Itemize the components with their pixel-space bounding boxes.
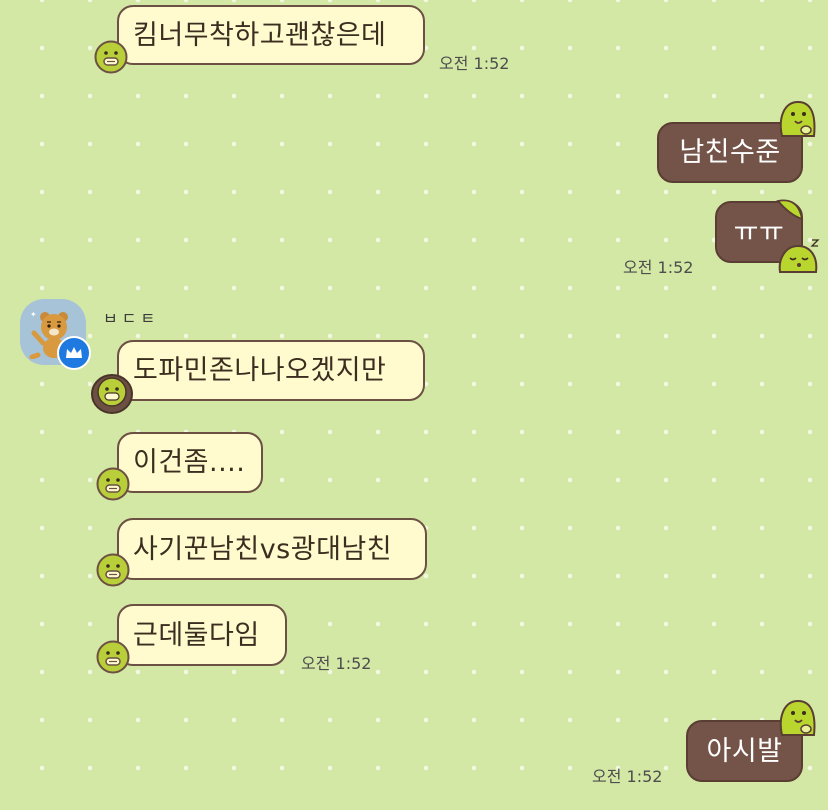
yellow-chick-icon	[96, 553, 130, 587]
sender-name: ㅂㄷㅌ	[103, 309, 160, 328]
incoming-message-bubble[interactable]: 킴너무착하고괜찮은데	[117, 5, 425, 65]
message-text: 남친수준	[679, 137, 781, 168]
message-text: 아시발	[706, 735, 783, 767]
message-text: 근데둘다임	[133, 619, 260, 651]
message-text: 도파민존나나오겠지만	[133, 355, 387, 386]
message-time: 오전 1:52	[623, 258, 694, 277]
incoming-message-bubble[interactable]: 근데둘다임	[117, 604, 287, 666]
green-slime-icon	[779, 699, 816, 736]
message-text: 이건좀....	[133, 447, 246, 478]
chat-area[interactable]: 킴너무착하고괜찮은데 오전 1:52 남친수준 ㅠㅠ 오전 1:52 ✦ ㅂㄷㅌ…	[0, 0, 828, 810]
svg-text:✦: ✦	[30, 310, 37, 319]
green-slime-icon	[776, 199, 804, 221]
crown-icon	[66, 347, 82, 358]
message-time: 오전 1:52	[592, 767, 663, 786]
incoming-message-bubble[interactable]: 도파민존나나오겠지만	[117, 340, 425, 401]
message-text: 킴너무착하고괜찮은데	[133, 19, 387, 51]
yellow-chick-icon	[96, 640, 130, 674]
sleepy-slime-icon	[778, 239, 820, 273]
avatar[interactable]: ✦	[20, 299, 91, 370]
message-time: 오전 1:52	[301, 654, 372, 673]
message-text: 사기꾼남친vs광대남친	[133, 533, 393, 565]
brown-chick-icon	[91, 374, 133, 414]
incoming-message-bubble[interactable]: 이건좀....	[117, 432, 263, 493]
green-slime-icon	[779, 100, 816, 137]
yellow-chick-icon	[96, 467, 130, 501]
incoming-message-bubble[interactable]: 사기꾼남친vs광대남친	[117, 518, 427, 580]
yellow-chick-icon	[94, 40, 128, 74]
crown-badge	[57, 336, 91, 370]
message-time: 오전 1:52	[439, 54, 510, 73]
